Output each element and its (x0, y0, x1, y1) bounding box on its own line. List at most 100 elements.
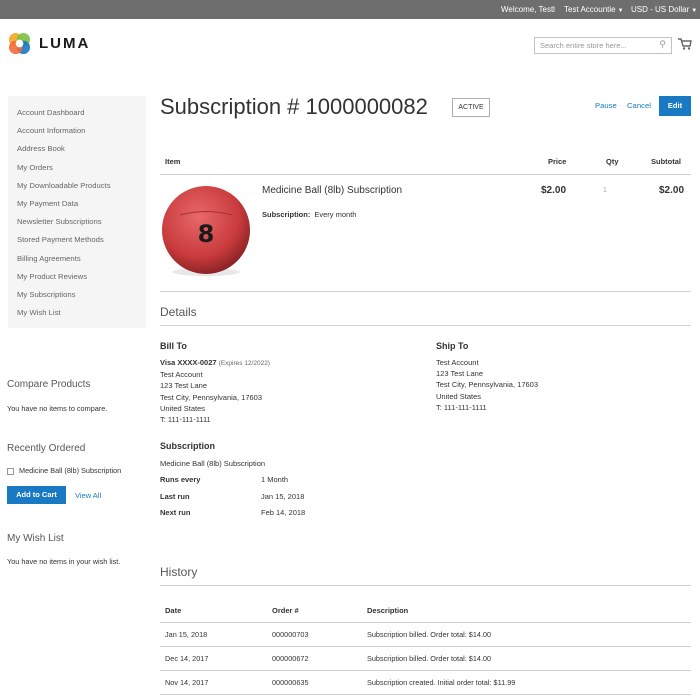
luma-logo-icon (8, 32, 31, 55)
account-switcher[interactable]: Test Accountie ▼ (564, 5, 624, 14)
store-logo[interactable]: LUMA (8, 32, 90, 55)
column-header-item: Item (165, 157, 181, 166)
view-all-link[interactable]: View All (75, 491, 101, 500)
bill-to-address: Visa XXXX-0027 (Expires 12/2022) Test Ac… (160, 357, 270, 425)
details-title: Details (160, 305, 197, 319)
ship-name: Test Account (436, 358, 479, 367)
chevron-down-icon: ▼ (617, 8, 624, 14)
divider (160, 670, 691, 671)
subscription-value: Every month (314, 210, 357, 219)
divider (160, 694, 691, 695)
runs-every-value: 1 Month (261, 475, 289, 484)
history-order-link[interactable]: 000000635 (272, 678, 309, 687)
divider (160, 585, 691, 586)
search-placeholder: Search entire store here... (540, 41, 627, 50)
divider (160, 622, 691, 623)
ship-to-title: Ship To (436, 341, 469, 351)
currency-switcher[interactable]: USD - US Dollar ▼ (631, 5, 697, 14)
column-header-subtotal: Subtotal (651, 157, 681, 166)
currency-label: USD - US Dollar (631, 5, 690, 14)
sidebar-item-billing-agreements[interactable]: Billing Agreements (8, 250, 146, 268)
welcome-message: Welcome, Testl (501, 5, 555, 14)
ship-country: United States (436, 391, 482, 401)
history-header-description: Description (367, 606, 409, 615)
wishlist-empty-text: You have no items in your wish list. (7, 557, 121, 566)
history-header-date: Date (165, 606, 182, 615)
sidebar-item-stored-payment[interactable]: Stored Payment Methods (8, 231, 146, 249)
bill-phone: T: 111-111-1111 (160, 415, 211, 425)
bill-country: United States (160, 403, 206, 413)
history-order-link[interactable]: 000000703 (272, 630, 309, 639)
ball-number: 8 (198, 220, 215, 248)
pause-link[interactable]: Pause (595, 101, 617, 110)
sidebar-item-newsletter[interactable]: Newsletter Subscriptions (8, 213, 146, 231)
next-run-label: Next run (160, 508, 191, 517)
sidebar-item-product-reviews[interactable]: My Product Reviews (8, 268, 146, 286)
history-date: Jan 15, 2018 (165, 630, 208, 639)
recent-item: Medicine Ball (8lb) Subscription (7, 466, 121, 475)
bill-name: Test Account (160, 370, 203, 380)
product-subscription: Subscription: Every month (262, 210, 356, 219)
recently-ordered-title: Recently Ordered (7, 443, 86, 454)
history-date: Nov 14, 2017 (165, 678, 209, 687)
cancel-link[interactable]: Cancel (627, 101, 651, 110)
history-order-link[interactable]: 000000672 (272, 654, 309, 663)
divider (160, 646, 691, 647)
sidebar-item-account-dashboard[interactable]: Account Dashboard (8, 104, 146, 122)
cart-icon[interactable] (678, 38, 692, 50)
item-qty: 1 (603, 187, 607, 194)
page-title: Subscription # 1000000082 (160, 94, 428, 119)
history-date: Dec 14, 2017 (165, 654, 209, 663)
ship-city: Test City, Pennsylvania, 17603 (436, 380, 539, 390)
bill-city: Test City, Pennsylvania, 17603 (160, 392, 263, 402)
history-description: Subscription billed. Order total: $14.00 (367, 654, 492, 663)
column-header-price: Price (548, 157, 567, 166)
search-icon[interactable]: ⚲ (659, 39, 666, 50)
sidebar-item-my-wish-list[interactable]: My Wish List (8, 304, 146, 322)
item-price: $2.00 (541, 185, 567, 196)
add-to-cart-button[interactable]: Add to Cart (7, 486, 66, 504)
recent-item-checkbox[interactable] (7, 467, 14, 475)
ship-to-address: Test Account 123 Test Lane Test City, Pe… (436, 357, 538, 413)
subscription-product: Medicine Ball (8lb) Subscription (160, 459, 266, 468)
last-run-label: Last run (160, 492, 190, 501)
product-name: Medicine Ball (8lb) Subscription (262, 185, 403, 196)
top-header-bar: Welcome, Testl Test Accountie ▼ USD - US … (0, 0, 700, 19)
bill-to-title: Bill To (160, 341, 187, 351)
subscription-section-title: Subscription (160, 441, 216, 451)
bill-street: 123 Test Lane (160, 381, 207, 391)
wishlist-title: My Wish List (7, 533, 64, 544)
item-subtotal: $2.00 (659, 185, 685, 196)
divider (160, 325, 691, 326)
sidebar-item-my-orders[interactable]: My Orders (8, 159, 146, 177)
recent-item-label: Medicine Ball (8lb) Subscription (19, 466, 122, 475)
sidebar-item-downloadable-products[interactable]: My Downloadable Products (8, 177, 146, 195)
next-run-value: Feb 14, 2018 (261, 508, 306, 517)
divider (160, 174, 691, 175)
last-run-value: Jan 15, 2018 (261, 492, 305, 501)
column-header-qty: Qty (606, 157, 619, 166)
product-image: 8 (162, 186, 250, 276)
ship-phone: T: 111-111-1111 (436, 402, 487, 412)
history-title: History (160, 565, 198, 579)
status-badge: ACTIVE (452, 98, 490, 117)
search-input[interactable]: Search entire store here... ⚲ (534, 37, 672, 54)
account-name: Test Accountie (564, 5, 616, 14)
history-header-order: Order # (272, 606, 299, 615)
compare-products-title: Compare Products (7, 379, 91, 390)
divider (160, 291, 691, 292)
payment-card: Visa XXXX-0027 (160, 358, 217, 367)
account-sidebar-nav: Account Dashboard Account Information Ad… (8, 96, 146, 328)
logo-text: LUMA (39, 35, 91, 52)
history-description: Subscription billed. Order total: $14.00 (367, 630, 492, 639)
sidebar-item-payment-data[interactable]: My Payment Data (8, 195, 146, 213)
edit-button[interactable]: Edit (659, 96, 691, 116)
sidebar-item-address-book[interactable]: Address Book (8, 140, 146, 158)
sidebar-item-account-information[interactable]: Account Information (8, 122, 146, 140)
chevron-down-icon: ▼ (691, 8, 698, 14)
sidebar-item-my-subscriptions[interactable]: My Subscriptions (8, 286, 146, 304)
compare-empty-text: You have no items to compare. (7, 404, 108, 413)
card-expiry: (Expires 12/2022) (218, 360, 270, 367)
subscription-label: Subscription: (262, 210, 311, 219)
ship-street: 123 Test Lane (436, 369, 483, 379)
